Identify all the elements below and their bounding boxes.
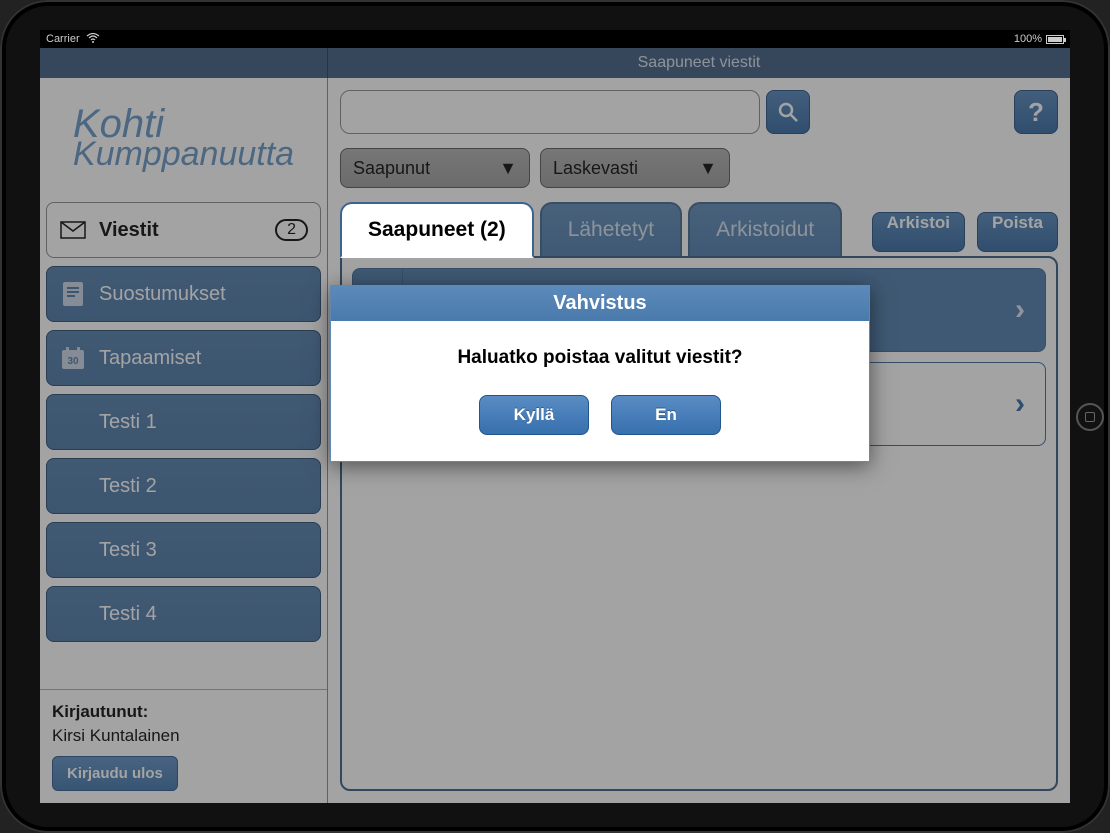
confirm-yes-button[interactable]: Kyllä [479, 395, 589, 435]
confirm-dialog: Vahvistus Haluatko poistaa valitut viest… [330, 285, 870, 462]
wifi-icon [86, 33, 100, 43]
confirm-no-button[interactable]: En [611, 395, 721, 435]
home-button[interactable] [1076, 403, 1104, 431]
dialog-message: Haluatko poistaa valitut viestit? [357, 347, 843, 369]
battery-label: 100% [1014, 33, 1042, 45]
screen: Carrier 100% Saapuneet viestit KohtiKump… [40, 30, 1070, 803]
status-bar: Carrier 100% [40, 30, 1070, 48]
tablet-frame: Carrier 100% Saapuneet viestit KohtiKump… [0, 0, 1110, 833]
battery-icon [1046, 35, 1064, 44]
tab-inbox[interactable]: Saapuneet (2) [340, 202, 534, 258]
carrier-label: Carrier [46, 33, 80, 45]
dialog-title: Vahvistus [331, 286, 869, 321]
